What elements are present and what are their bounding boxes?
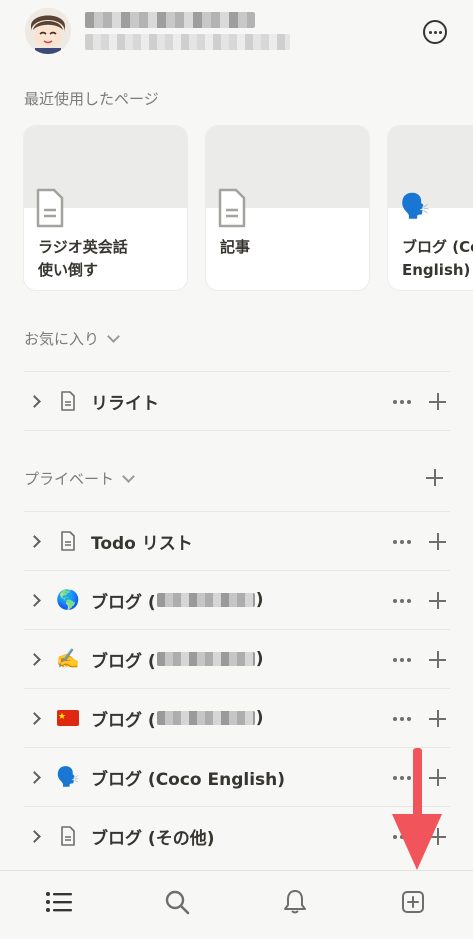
add-subpage-icon[interactable] [429,651,446,668]
page-label: ブログ () [91,708,264,731]
private-item[interactable]: ブログ () [24,688,450,747]
private-item[interactable]: ブログ (その他) [24,806,450,865]
china-flag-icon [57,707,79,729]
recent-card[interactable]: ラジオ英会話 使い倒す [24,126,187,290]
document-icon [57,530,79,552]
new-page-icon[interactable] [398,887,428,917]
recent-card[interactable]: 🗣️ ブログ (Coco English) [388,126,473,290]
private-item[interactable]: 🗣️ ブログ (Coco English) [24,747,450,806]
search-icon[interactable] [162,887,192,917]
chevron-right-icon[interactable] [28,711,41,725]
add-subpage-icon[interactable] [429,533,446,550]
favorites-title: お気に入り [24,330,100,348]
list-icon[interactable] [44,887,74,917]
chevron-right-icon[interactable] [28,593,41,607]
divider [24,430,450,431]
bell-icon[interactable] [280,887,310,917]
document-icon [57,390,79,412]
document-icon [216,188,248,232]
redacted-username [85,12,255,28]
chevron-right-icon[interactable] [28,829,41,843]
redacted-text [156,593,255,607]
recent-pages-row[interactable]: ラジオ英会話 使い倒す 記事 🗣️ ブログ (Coco English) [24,126,473,290]
more-icon[interactable] [393,399,411,404]
page-label: ブログ (その他) [91,828,215,849]
private-item[interactable]: ✍️ ブログ () [24,629,450,688]
recent-pages-title: 最近使用したページ [24,90,159,108]
more-icon[interactable] [393,657,411,662]
favorite-item[interactable]: リライト [24,371,450,430]
private-item[interactable]: Todo リスト [24,511,450,570]
more-icon[interactable] [393,539,411,544]
writing-hand-icon: ✍️ [56,647,80,670]
page-label: ブログ () [91,590,264,613]
chevron-right-icon[interactable] [28,394,41,408]
page-label: リライト [91,393,159,414]
sidebar-page: 最近使用したページ ラジオ英会話 使い倒す 記事 🗣️ ブログ (Coco En… [0,0,473,939]
card-title: ラジオ英会話 使い倒す [38,238,128,279]
more-icon[interactable] [393,716,411,721]
page-label: ブログ () [91,649,264,672]
chevron-down-icon [107,329,120,343]
more-icon[interactable] [393,598,411,603]
private-item[interactable]: 🌎 ブログ () [24,570,450,629]
annotation-arrow-icon [392,748,442,870]
private-title: プライベート [24,470,115,488]
avatar[interactable] [25,8,71,54]
chevron-down-icon [122,469,135,483]
chevron-right-icon[interactable] [28,652,41,666]
recent-card[interactable]: 記事 [206,126,369,290]
workspace-header [0,0,473,64]
speaking-head-icon: 🗣️ [56,765,80,788]
more-options-button[interactable] [423,20,447,44]
favorites-section-toggle[interactable]: お気に入り [24,328,120,349]
workspace-user-info[interactable] [85,12,290,50]
redacted-text [156,711,255,725]
private-section-toggle[interactable]: プライベート [24,468,135,489]
chevron-right-icon[interactable] [28,534,41,548]
document-icon [34,188,66,232]
document-icon [57,825,79,847]
chevron-right-icon[interactable] [28,770,41,784]
speaking-head-icon: 🗣️ [400,192,430,220]
bottom-tab-bar [0,870,473,939]
add-subpage-icon[interactable] [429,393,446,410]
add-subpage-icon[interactable] [429,710,446,727]
card-title: 記事 [220,238,251,256]
card-title: ブログ (Coco English) [402,238,473,279]
redacted-text [156,652,255,666]
page-label: Todo リスト [91,533,193,554]
add-subpage-icon[interactable] [429,592,446,609]
globe-icon: 🌎 [56,588,80,611]
page-label: ブログ (Coco English) [91,769,286,790]
redacted-email [85,34,290,50]
